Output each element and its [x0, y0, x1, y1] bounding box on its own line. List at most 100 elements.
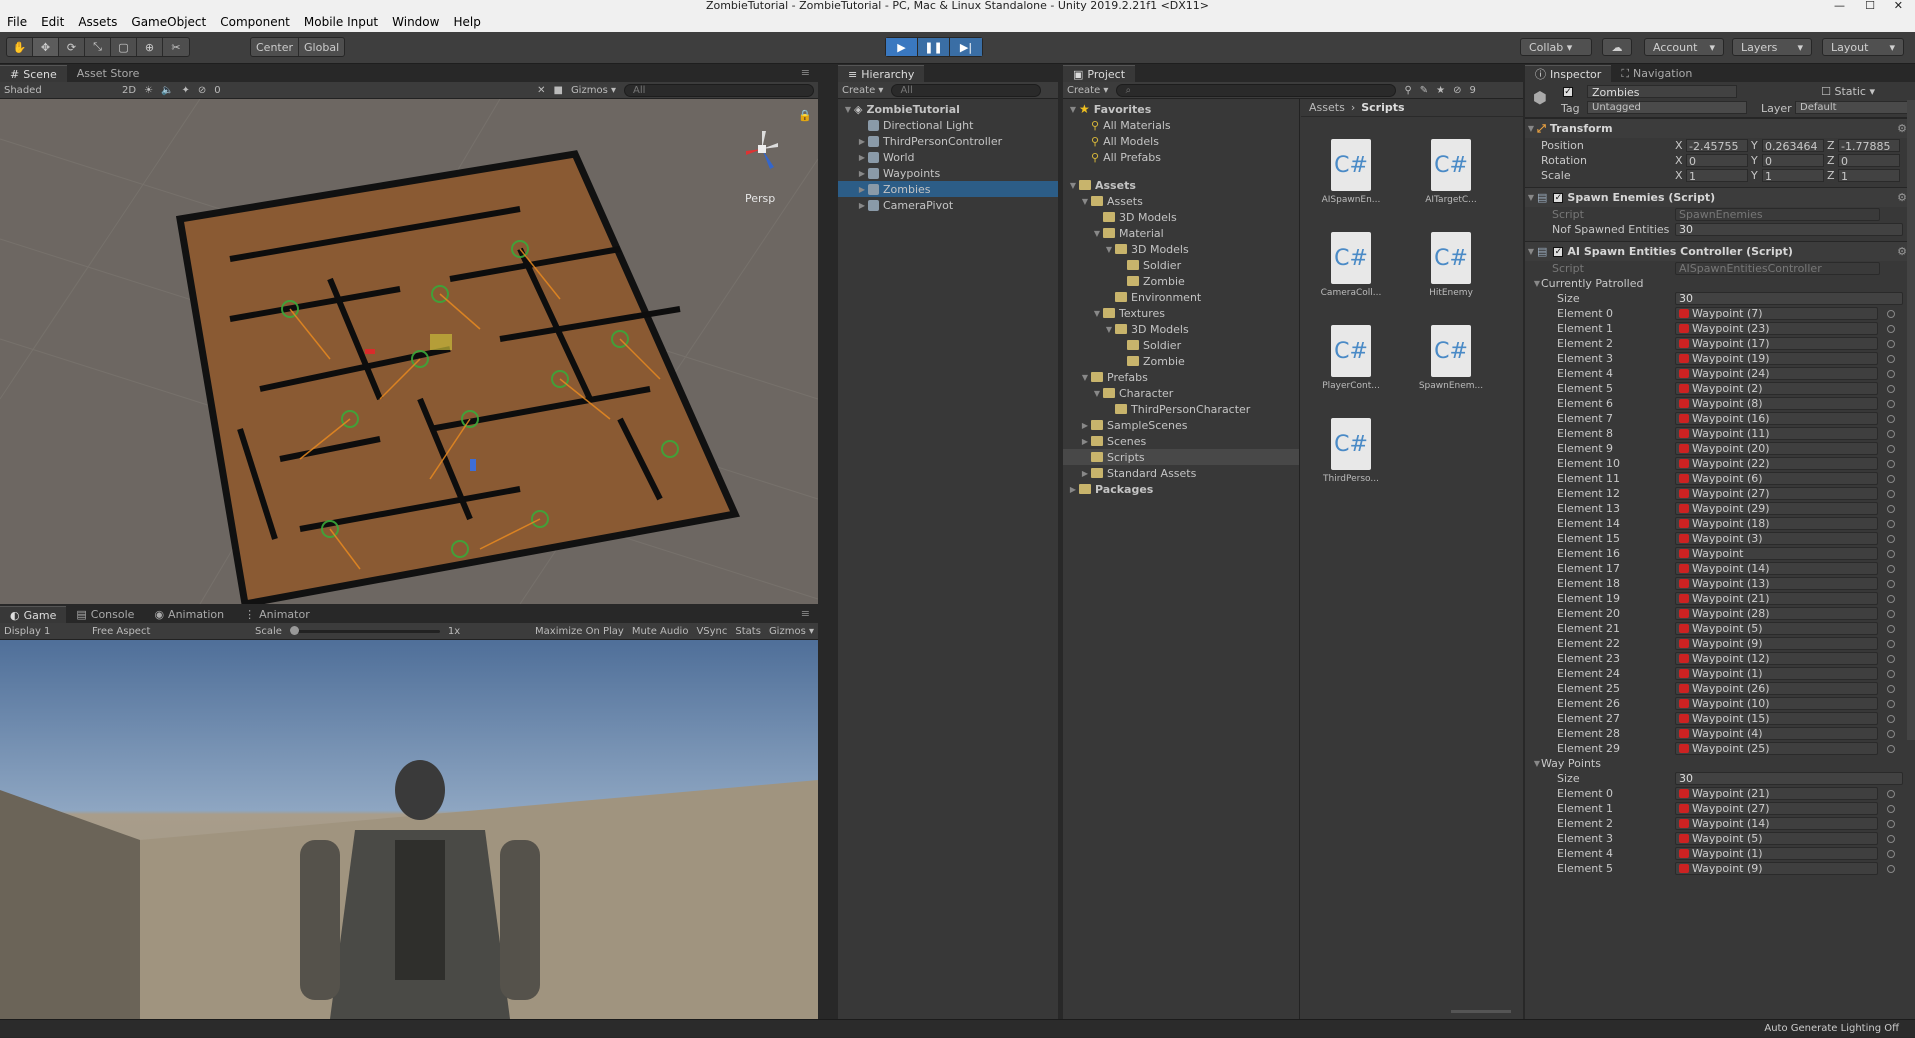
- tab-game[interactable]: ◐ Game: [0, 606, 67, 623]
- hidden-packages-icon[interactable]: ⊘: [1453, 85, 1461, 96]
- object-reference-field[interactable]: Waypoint (6): [1675, 472, 1878, 485]
- patrolled-size-input[interactable]: 30: [1675, 292, 1903, 305]
- transform-scale-x-input[interactable]: 1: [1686, 169, 1748, 182]
- hierarchy-item[interactable]: ▶ ThirdPersonController: [838, 133, 1058, 149]
- object-reference-field[interactable]: Waypoint (3): [1675, 532, 1878, 545]
- object-reference-field[interactable]: Waypoint (8): [1675, 397, 1878, 410]
- menu-window[interactable]: Window: [385, 15, 446, 29]
- menu-mobile-input[interactable]: Mobile Input: [297, 15, 385, 29]
- expand-arrow-icon[interactable]: ▶: [1079, 437, 1091, 446]
- layers-dropdown[interactable]: Layers ▾: [1732, 38, 1812, 56]
- expand-arrow-icon[interactable]: ▶: [856, 137, 868, 146]
- rect-tool-icon[interactable]: ▢: [111, 38, 137, 56]
- aspect-dropdown[interactable]: Free Aspect: [92, 626, 247, 637]
- favorite-item[interactable]: ⚲ All Models: [1063, 133, 1299, 149]
- scale-tool-icon[interactable]: ⤡: [85, 38, 111, 56]
- object-reference-field[interactable]: Waypoint (20): [1675, 442, 1878, 455]
- packages-row[interactable]: ▶ Packages: [1063, 481, 1299, 497]
- object-picker-icon[interactable]: [1887, 519, 1895, 528]
- expand-arrow-icon[interactable]: ▼: [842, 105, 854, 114]
- scale-slider[interactable]: [289, 625, 440, 635]
- project-folder[interactable]: ▼ Assets: [1063, 193, 1299, 209]
- ai-controller-header[interactable]: ▼ ▤ ✓ AI Spawn Entities Controller (Scri…: [1525, 241, 1915, 261]
- hierarchy-item[interactable]: ▶ Zombies: [838, 181, 1058, 197]
- close-icon[interactable]: ✕: [1894, 0, 1903, 12]
- object-picker-icon[interactable]: [1887, 699, 1895, 708]
- object-reference-field[interactable]: Waypoint (18): [1675, 517, 1878, 530]
- object-picker-icon[interactable]: [1887, 504, 1895, 513]
- object-picker-icon[interactable]: [1887, 399, 1895, 408]
- scene-root-row[interactable]: ▼ ◈ ZombieTutorial: [838, 101, 1058, 117]
- object-reference-field[interactable]: Waypoint (26): [1675, 682, 1878, 695]
- account-dropdown[interactable]: Account ▾: [1644, 38, 1724, 56]
- pause-icon[interactable]: ❚❚: [918, 38, 950, 56]
- object-picker-icon[interactable]: [1887, 534, 1895, 543]
- favorite-item[interactable]: ⚲ All Materials: [1063, 117, 1299, 133]
- scene-viewport[interactable]: Persp 🔒: [0, 98, 818, 604]
- icon-size-slider[interactable]: [1451, 1010, 1511, 1013]
- object-reference-field[interactable]: Waypoint (28): [1675, 607, 1878, 620]
- object-reference-field[interactable]: Waypoint: [1675, 547, 1878, 560]
- object-reference-field[interactable]: Waypoint (21): [1675, 787, 1878, 800]
- tab-navigation[interactable]: ⛶ Navigation: [1611, 65, 1702, 82]
- object-picker-icon[interactable]: [1887, 384, 1895, 393]
- object-reference-field[interactable]: Waypoint (7): [1675, 307, 1878, 320]
- expand-arrow-icon[interactable]: ▼: [1079, 197, 1091, 206]
- object-picker-icon[interactable]: [1887, 744, 1895, 753]
- expand-arrow-icon[interactable]: ▼: [1103, 245, 1115, 254]
- tab-scene[interactable]: # Scene: [0, 65, 67, 82]
- object-reference-field[interactable]: Waypoint (27): [1675, 487, 1878, 500]
- stats-toggle[interactable]: Stats: [735, 626, 761, 637]
- expand-arrow-icon[interactable]: ▼: [1525, 193, 1537, 202]
- project-folder[interactable]: ▼ Textures: [1063, 305, 1299, 321]
- hierarchy-create-button[interactable]: Create ▾: [842, 85, 883, 96]
- project-folder[interactable]: 3D Models: [1063, 209, 1299, 225]
- object-reference-field[interactable]: Waypoint (9): [1675, 862, 1878, 875]
- filter-label-icon[interactable]: ✎: [1420, 85, 1428, 96]
- object-reference-field[interactable]: Waypoint (17): [1675, 337, 1878, 350]
- tab-console[interactable]: ▤ Console: [66, 606, 144, 623]
- object-reference-field[interactable]: Waypoint (15): [1675, 712, 1878, 725]
- slider-thumb[interactable]: [289, 625, 299, 635]
- project-folder[interactable]: ▶ Scenes: [1063, 433, 1299, 449]
- object-picker-icon[interactable]: [1887, 594, 1895, 603]
- expand-arrow-icon[interactable]: ▶: [856, 153, 868, 162]
- expand-arrow-icon[interactable]: ▼: [1067, 181, 1079, 190]
- object-reference-field[interactable]: Waypoint (22): [1675, 457, 1878, 470]
- object-reference-field[interactable]: Waypoint (19): [1675, 352, 1878, 365]
- object-reference-field[interactable]: Waypoint (1): [1675, 847, 1878, 860]
- gizmos-dropdown[interactable]: Gizmos ▾: [571, 85, 616, 96]
- object-picker-icon[interactable]: [1887, 669, 1895, 678]
- project-folder[interactable]: ▼ 3D Models: [1063, 321, 1299, 337]
- object-picker-icon[interactable]: [1887, 819, 1895, 828]
- component-enabled-checkbox[interactable]: ✓: [1553, 192, 1564, 203]
- effects-icon[interactable]: ✦: [181, 85, 189, 96]
- hierarchy-item[interactable]: ▶ Waypoints: [838, 165, 1058, 181]
- expand-arrow-icon[interactable]: ▼: [1091, 389, 1103, 398]
- object-picker-icon[interactable]: [1887, 444, 1895, 453]
- object-picker-icon[interactable]: [1887, 849, 1895, 858]
- asset-tile[interactable]: C# SpawnEnem...: [1411, 325, 1491, 391]
- expand-arrow-icon[interactable]: ▶: [1067, 485, 1079, 494]
- move-tool-icon[interactable]: ✥: [33, 38, 59, 56]
- project-folder[interactable]: Soldier: [1063, 337, 1299, 353]
- asset-tile[interactable]: C# ThirdPerso...: [1311, 418, 1391, 484]
- object-reference-field[interactable]: Waypoint (14): [1675, 562, 1878, 575]
- object-reference-field[interactable]: Waypoint (25): [1675, 742, 1878, 755]
- favorites-row[interactable]: ▼ ★ Favorites: [1063, 101, 1299, 117]
- expand-arrow-icon[interactable]: ▶: [856, 185, 868, 194]
- transform-scale-z-input[interactable]: 1: [1838, 169, 1900, 182]
- object-picker-icon[interactable]: [1887, 324, 1895, 333]
- persp-label[interactable]: Persp: [745, 192, 775, 205]
- project-folder[interactable]: ▼ 3D Models: [1063, 241, 1299, 257]
- menu-assets[interactable]: Assets: [71, 15, 124, 29]
- hierarchy-item[interactable]: ▶ World: [838, 149, 1058, 165]
- object-reference-field[interactable]: Waypoint (21): [1675, 592, 1878, 605]
- asset-tile[interactable]: C# CameraColl...: [1311, 232, 1391, 298]
- transform-rotation-y-input[interactable]: 0: [1762, 154, 1824, 167]
- project-folder[interactable]: Scripts: [1063, 449, 1299, 465]
- vsync-toggle[interactable]: VSync: [696, 626, 727, 637]
- rotate-tool-icon[interactable]: ⟳: [59, 38, 85, 56]
- panel-menu-icon[interactable]: ≡: [801, 66, 810, 79]
- step-icon[interactable]: ▶|: [950, 38, 982, 56]
